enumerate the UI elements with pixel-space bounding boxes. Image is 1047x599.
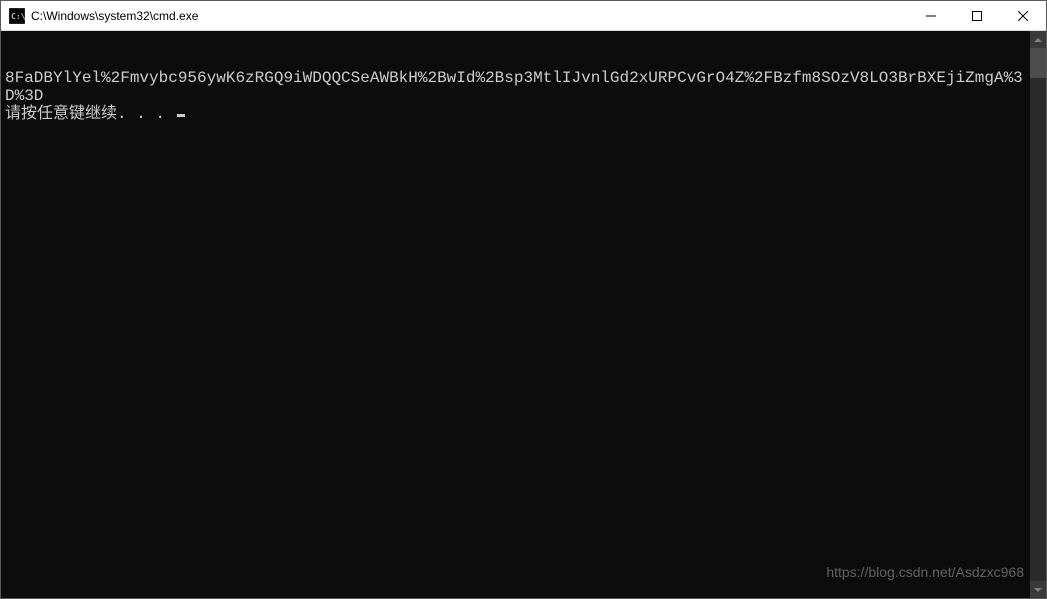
output-line: 8FaDBYlYel%2Fmvybc956ywK6zRGQ9iWDQQCSeAW…: [5, 69, 1026, 105]
scroll-down-arrow[interactable]: [1030, 581, 1046, 598]
window-title: C:\Windows\system32\cmd.exe: [31, 9, 908, 23]
scroll-up-arrow[interactable]: [1030, 31, 1046, 48]
scroll-track[interactable]: [1030, 48, 1046, 581]
cmd-window: C:\ C:\Windows\system32\cmd.exe 8FaDBYlY…: [0, 0, 1047, 599]
svg-text:C:\: C:\: [11, 12, 25, 21]
titlebar[interactable]: C:\ C:\Windows\system32\cmd.exe: [1, 1, 1046, 31]
cmd-icon: C:\: [9, 8, 25, 24]
scroll-thumb[interactable]: [1030, 48, 1046, 78]
minimize-button[interactable]: [908, 1, 954, 30]
window-controls: [908, 1, 1046, 30]
vertical-scrollbar[interactable]: [1030, 31, 1046, 598]
close-button[interactable]: [1000, 1, 1046, 30]
prompt-text: 请按任意键继续. . .: [5, 105, 175, 123]
cursor: [177, 114, 185, 117]
maximize-button[interactable]: [954, 1, 1000, 30]
console-area: 8FaDBYlYel%2Fmvybc956ywK6zRGQ9iWDQQCSeAW…: [1, 31, 1046, 598]
console-content[interactable]: 8FaDBYlYel%2Fmvybc956ywK6zRGQ9iWDQQCSeAW…: [1, 31, 1030, 598]
